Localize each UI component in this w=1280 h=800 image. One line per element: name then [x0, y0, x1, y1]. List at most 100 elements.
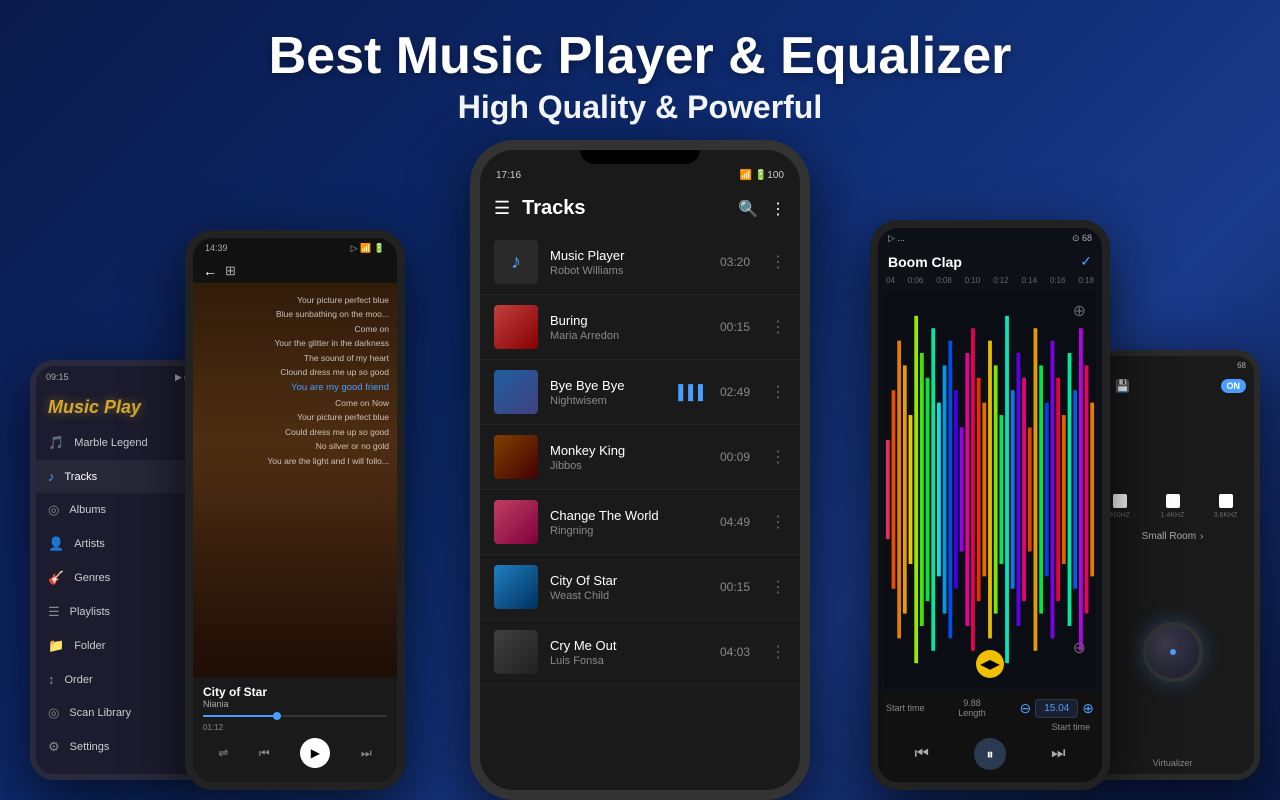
track-item-3[interactable]: Monkey King Jibbos 00:09 ⋮	[480, 425, 800, 490]
sidebar-status-bar: 09:15 ▶ ▸ ⊙	[36, 366, 209, 389]
lyrics-tune-icon[interactable]: ⊞	[225, 263, 236, 279]
eq-header: ✏ 💾 ON	[1091, 375, 1254, 397]
lyrics-line-11: You are the light and I will follo...	[267, 454, 389, 468]
sidebar-item-artists[interactable]: 👤 Artists	[36, 527, 209, 561]
lyrics-shuffle-button[interactable]: ⇌	[218, 746, 228, 760]
sidebar-item-marble[interactable]: 🎵 Marble Legend	[36, 426, 209, 460]
eq-virtualizer-knob[interactable]	[1143, 622, 1203, 682]
track-item-6[interactable]: Cry Me Out Luis Fonsa 04:03 ⋮	[480, 620, 800, 685]
sidebar-item-playlists[interactable]: ☰ Playlists	[36, 595, 209, 629]
phone-notch	[580, 146, 700, 164]
track-item-5[interactable]: City Of Star Weast Child 00:15 ⋮	[480, 555, 800, 620]
lyrics-line-6: Clound dress me up so good	[267, 365, 389, 379]
lyrics-progress-handle[interactable]	[273, 712, 281, 720]
track-item-4[interactable]: Change The World Ringning 04:49 ⋮	[480, 490, 800, 555]
sidebar-item-albums[interactable]: ◎ Albums	[36, 493, 209, 527]
sidebar-item-genres[interactable]: 🎸 Genres	[36, 561, 209, 595]
waveform-check-icon[interactable]: ✓	[1080, 253, 1092, 270]
sidebar-icon-playlists: ☰	[48, 604, 60, 620]
eq-slider-col-2: 3.6KHZ	[1201, 508, 1250, 519]
track-item-1[interactable]: Buring Maria Arredon 00:15 ⋮	[480, 295, 800, 360]
lyrics-play-button[interactable]: ▶	[300, 738, 330, 768]
eq-toggle-button[interactable]: ON	[1221, 379, 1247, 393]
lyrics-song-title: City of Star	[203, 685, 387, 699]
tracks-menu-icon[interactable]: ☰	[494, 198, 510, 219]
track-duration-0: 03:20	[720, 255, 750, 269]
phone-lyrics: 14:39 ▷ 📶 🔋 ← ⊞ Your picture perfect blu…	[185, 230, 405, 790]
sidebar-item-folder[interactable]: 📁 Folder	[36, 629, 209, 663]
tracks-header: ☰ Tracks 🔍 ⋮	[480, 187, 800, 230]
sidebar-icon-folder: 📁	[48, 638, 64, 654]
waveform-next-button[interactable]: ⏭	[1051, 745, 1065, 763]
track-item-0[interactable]: ♪ Music Player Robot Williams 03:20 ⋮	[480, 230, 800, 295]
eq-preset-arrow-icon[interactable]: ›	[1200, 531, 1203, 542]
track-name-3: Monkey King	[550, 443, 708, 458]
track-item-2[interactable]: Bye Bye Bye Nightwisem ▌▌▌ 02:49 ⋮	[480, 360, 800, 425]
waveform-zoom-in-button[interactable]: ⊕	[1073, 301, 1086, 321]
sidebar-label-folder: Folder	[74, 640, 105, 652]
tracks-more-icon[interactable]: ⋮	[770, 199, 786, 219]
track-thumb-1	[494, 305, 538, 349]
sidebar-label-artists: Artists	[74, 538, 105, 550]
waveform-subtract-icon[interactable]: ⊖	[1019, 700, 1031, 717]
track-more-5[interactable]: ⋮	[770, 577, 786, 597]
track-artist-6: Luis Fonsa	[550, 655, 708, 667]
waveform-prev-button[interactable]: ⏮	[915, 745, 929, 763]
waveform-status-bar: ▷ ... ⊙ 68	[878, 228, 1102, 249]
lyrics-line-highlighted: You are my good friend	[267, 380, 389, 396]
eq-save-icon[interactable]: 💾	[1115, 379, 1130, 393]
sidebar-icon-genres: 🎸	[48, 570, 64, 586]
track-duration-6: 04:03	[720, 645, 750, 659]
eq-freq-label-1: 1.4KHZ	[1161, 512, 1185, 519]
track-playing-indicator: ▌▌▌	[678, 384, 708, 400]
sidebar-icon-settings: ⚙	[48, 739, 60, 755]
phone-waveform: ▷ ... ⊙ 68 Boom Clap ✓ 04 0:06 0:08 0:10…	[870, 220, 1110, 790]
lyrics-line-10: No silver or no gold	[267, 439, 389, 453]
track-more-2[interactable]: ⋮	[770, 382, 786, 402]
track-name-6: Cry Me Out	[550, 638, 708, 653]
sidebar-icon-scan: ◎	[48, 705, 59, 721]
tracks-search-icon[interactable]: 🔍	[738, 199, 758, 219]
track-more-6[interactable]: ⋮	[770, 642, 786, 662]
waveform-start-time-value: 15.04	[1035, 699, 1078, 718]
track-more-3[interactable]: ⋮	[770, 447, 786, 467]
sidebar-icon-order: ↕	[48, 672, 55, 687]
eq-virtualizer-label: Virtualizer	[1091, 758, 1254, 774]
track-more-1[interactable]: ⋮	[770, 317, 786, 337]
track-info-0: Music Player Robot Williams	[550, 248, 708, 277]
sidebar-icon-artists: 👤	[48, 536, 64, 552]
track-info-1: Buring Maria Arredon	[550, 313, 708, 342]
waveform-title: Boom Clap	[888, 254, 962, 270]
eq-freq-label-2: 3.6KHZ	[1214, 512, 1238, 519]
sidebar-item-settings[interactable]: ⚙ Settings	[36, 730, 209, 764]
sidebar-item-scan[interactable]: ◎ Scan Library	[36, 696, 209, 730]
eq-preset-label: Small Room	[1142, 531, 1196, 542]
track-more-0[interactable]: ⋮	[770, 252, 786, 272]
lyrics-back-button[interactable]: ←	[203, 263, 217, 279]
waveform-start-label-left: Start time	[886, 703, 925, 713]
lyrics-prev-button[interactable]: ⏮	[259, 746, 270, 761]
lyrics-line-3: Come on	[267, 322, 389, 336]
waveform-display[interactable]: ⊕ ⊖ ◀▶	[884, 291, 1096, 688]
track-artist-3: Jibbos	[550, 460, 708, 472]
lyrics-player-controls: City of Star Niania 01:12 ⇌ ⏮ ▶ ⏭	[193, 677, 397, 782]
lyrics-text: Your picture perfect blue Blue sunbathin…	[267, 293, 389, 468]
waveform-time-4: 0:12	[993, 276, 1009, 285]
sidebar-item-order[interactable]: ↕ Order	[36, 663, 209, 696]
tracks-status-bar: 17:16 📶 🔋100	[480, 164, 800, 187]
waveform-pause-button[interactable]: ⏸	[974, 738, 1006, 770]
eq-virtualizer-area	[1091, 546, 1254, 758]
track-more-4[interactable]: ⋮	[770, 512, 786, 532]
eq-preset-row: Small Room ›	[1091, 527, 1254, 546]
eq-slider-thumb-2	[1219, 494, 1233, 508]
lyrics-next-button[interactable]: ⏭	[361, 746, 372, 761]
lyrics-status-icons: ▷ 📶 🔋	[351, 243, 385, 254]
waveform-start-time-row: ⊖ 15.04 ⊕	[1019, 699, 1094, 718]
waveform-position-handle[interactable]: ◀▶	[976, 650, 1004, 678]
waveform-zoom-out-button[interactable]: ⊖	[1073, 638, 1086, 658]
track-thumb-3	[494, 435, 538, 479]
waveform-add-icon[interactable]: ⊕	[1082, 700, 1094, 717]
lyrics-progress-bar[interactable]	[203, 715, 387, 717]
sidebar-item-tracks[interactable]: ♪ Tracks	[36, 460, 209, 493]
eq-slider-group: 910HZ 1.4KHZ 3.6KHZ	[1091, 397, 1254, 527]
